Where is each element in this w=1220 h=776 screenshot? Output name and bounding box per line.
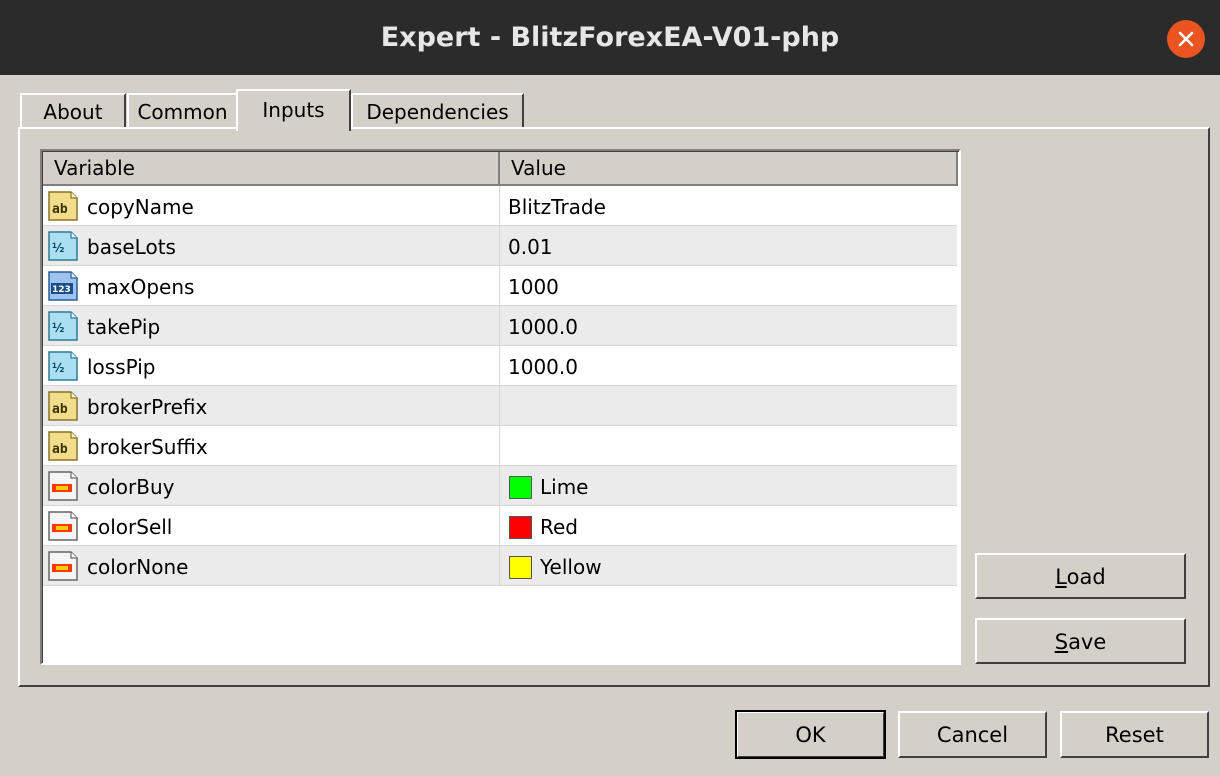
save-button-label: ave	[1068, 630, 1107, 654]
column-divider	[499, 226, 500, 266]
svg-text:½: ½	[52, 241, 64, 255]
column-divider	[499, 266, 500, 306]
grid-rows: ab copyName BlitzTrade ½ baseLots 0.01 123 maxO…	[43, 186, 957, 586]
column-divider	[499, 386, 500, 426]
variable-name: maxOpens	[87, 275, 195, 299]
variable-name: lossPip	[87, 355, 156, 379]
double-icon: ½	[47, 231, 79, 261]
string-icon: ab	[47, 191, 79, 221]
variable-value[interactable]: Lime	[540, 466, 589, 508]
column-divider	[499, 186, 500, 226]
svg-text:ab: ab	[52, 202, 68, 217]
cancel-button[interactable]: Cancel	[898, 711, 1047, 758]
svg-text:ab: ab	[52, 442, 68, 457]
column-divider	[499, 466, 500, 506]
variable-value[interactable]: Red	[540, 506, 578, 548]
variable-name: colorNone	[87, 555, 189, 579]
tab-inputs[interactable]: Inputs	[236, 89, 351, 131]
svg-text:ab: ab	[52, 402, 68, 417]
load-button-label: oad	[1066, 565, 1106, 589]
inputs-grid[interactable]: Variable Value ab copyName BlitzTrade ½ base…	[40, 149, 961, 665]
color-swatch[interactable]	[509, 516, 532, 539]
variable-value[interactable]: 1000.0	[508, 346, 578, 388]
column-header-value[interactable]: Value	[500, 152, 958, 186]
window-title: Expert - BlitzForexEA-V01-php	[380, 22, 840, 53]
table-row[interactable]: ab brokerSuffix	[43, 426, 957, 466]
table-row[interactable]: ½ lossPip 1000.0	[43, 346, 957, 386]
column-divider	[499, 306, 500, 346]
svg-text:½: ½	[52, 321, 64, 335]
variable-value[interactable]: BlitzTrade	[508, 186, 606, 228]
ok-button[interactable]: OK	[735, 710, 886, 759]
close-icon	[1178, 31, 1194, 47]
table-row[interactable]: colorBuy Lime	[43, 466, 957, 506]
variable-value[interactable]: 0.01	[508, 226, 553, 268]
tab-about[interactable]: About	[20, 93, 126, 128]
variable-name: colorBuy	[87, 475, 175, 499]
double-icon: ½	[47, 351, 79, 381]
close-button[interactable]	[1167, 20, 1205, 58]
load-button[interactable]: Load	[975, 553, 1186, 599]
column-divider	[499, 346, 500, 386]
table-row[interactable]: 123 maxOpens 1000	[43, 266, 957, 306]
tab-common[interactable]: Common	[127, 93, 238, 128]
integer-icon: 123	[47, 271, 79, 301]
variable-name: colorSell	[87, 515, 173, 539]
color-swatch[interactable]	[509, 476, 532, 499]
table-row[interactable]: ½ takePip 1000.0	[43, 306, 957, 346]
variable-value[interactable]: 1000	[508, 266, 559, 308]
variable-name: copyName	[87, 195, 194, 219]
variable-name: brokerPrefix	[87, 395, 208, 419]
column-divider	[499, 426, 500, 466]
variable-name: baseLots	[87, 235, 176, 259]
double-icon: ½	[47, 311, 79, 341]
table-row[interactable]: ab brokerPrefix	[43, 386, 957, 426]
variable-name: brokerSuffix	[87, 435, 208, 459]
column-divider	[499, 546, 500, 586]
save-button[interactable]: Save	[975, 618, 1186, 664]
table-row[interactable]: ½ baseLots 0.01	[43, 226, 957, 266]
string-icon: ab	[47, 391, 79, 421]
tab-dependencies[interactable]: Dependencies	[351, 93, 524, 128]
color-icon	[47, 551, 79, 581]
load-button-mnemonic: L	[1055, 565, 1067, 589]
reset-button[interactable]: Reset	[1060, 711, 1209, 758]
column-divider	[499, 506, 500, 546]
table-row[interactable]: ab copyName BlitzTrade	[43, 186, 957, 226]
svg-text:123: 123	[52, 285, 71, 295]
variable-name: takePip	[87, 315, 161, 339]
string-icon: ab	[47, 431, 79, 461]
svg-text:½: ½	[52, 361, 64, 375]
variable-value[interactable]: 1000.0	[508, 306, 578, 348]
table-row[interactable]: colorSell Red	[43, 506, 957, 546]
save-button-mnemonic: S	[1054, 630, 1069, 654]
variable-value[interactable]: Yellow	[540, 546, 602, 588]
color-icon	[47, 471, 79, 501]
color-icon	[47, 511, 79, 541]
column-header-variable[interactable]: Variable	[43, 152, 500, 186]
color-swatch[interactable]	[509, 556, 532, 579]
table-row[interactable]: colorNone Yellow	[43, 546, 957, 586]
